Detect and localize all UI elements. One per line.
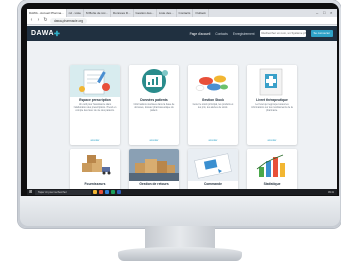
search-input[interactable]: Rechercher un nom, un Système pharmacien: [259, 30, 306, 37]
connect-button[interactable]: Se connecter: [310, 30, 333, 37]
app-header: DAWA ✚ Page d'accueil Contacts Enregistr…: [27, 26, 337, 41]
card-title: Données patients: [140, 98, 168, 102]
statistics-illustration: [247, 149, 297, 181]
app-logo[interactable]: DAWA: [31, 30, 54, 37]
nav-contacts[interactable]: Contacts: [215, 32, 228, 36]
card-link[interactable]: accéder: [247, 139, 297, 142]
main-nav: Page d'accueil Contacts Enregistrement R…: [190, 30, 333, 37]
card-title: Espace prescription: [79, 98, 111, 102]
card-description: Gérer le stock principal, les produits e…: [192, 103, 234, 109]
card-link[interactable]: accéder: [70, 139, 120, 142]
card-title: Commande: [204, 182, 222, 186]
screen: DAWA - Accueil Pharma... nd - Liste M Bo…: [27, 9, 337, 195]
browser-tab[interactable]: Liste des...: [157, 9, 177, 17]
nav-register[interactable]: Enregistrement: [233, 32, 255, 36]
patient-data-illustration: [129, 65, 179, 97]
card-title: Gestion Stock: [201, 98, 225, 102]
monitor-stand: [145, 226, 215, 248]
browser-tab[interactable]: Outlook: [193, 9, 209, 17]
card-livret-therapeutique[interactable]: Livret thérapeutique Le livret qui regro…: [247, 65, 297, 145]
system-clock[interactable]: 09:41: [328, 191, 337, 194]
card-commande[interactable]: Commande: [188, 149, 238, 191]
card-description: Le livret qui regroupe toutes les inform…: [251, 103, 293, 112]
excel-icon[interactable]: [111, 190, 115, 194]
reload-icon[interactable]: ↻: [43, 18, 48, 23]
maximize-icon[interactable]: □: [323, 11, 327, 15]
word-icon[interactable]: [117, 190, 121, 194]
address-bar: ‹ › ↻ dawa-pharmacie.org: [27, 17, 337, 25]
card-statistique[interactable]: Statistique: [247, 149, 297, 191]
browser-tab[interactable]: Contacts: [177, 9, 194, 17]
prescription-illustration: [70, 65, 120, 97]
minimize-icon[interactable]: –: [316, 11, 320, 15]
taskbar-search[interactable]: Taper ici pour rechercher: [35, 189, 91, 195]
mail-icon[interactable]: [105, 190, 109, 194]
forward-icon[interactable]: ›: [36, 18, 41, 23]
browser-tab[interactable]: nd - Liste: [67, 9, 84, 17]
card-gestion-retours[interactable]: Gestion de retours: [129, 149, 179, 191]
url-field[interactable]: dawa-pharmacie.org: [50, 17, 88, 24]
back-icon[interactable]: ‹: [29, 18, 34, 23]
monitor-chin: [20, 196, 340, 226]
nav-home[interactable]: Page d'accueil: [190, 32, 211, 36]
card-donnees-patients[interactable]: Données patients Informations stockées d…: [129, 65, 179, 145]
card-title: Gestion de retours: [139, 182, 169, 186]
card-link[interactable]: accéder: [188, 139, 238, 142]
browser-tab[interactable]: DAWA - Accueil Pharma...: [27, 9, 67, 17]
window-controls: – □ ×: [316, 9, 337, 17]
browser-tabbar: DAWA - Accueil Pharma... nd - Liste M Bo…: [27, 9, 337, 17]
suppliers-illustration: [70, 149, 120, 181]
card-description: Informations stockées dans la base de do…: [133, 103, 175, 112]
windows-start-icon[interactable]: ⊞: [29, 190, 33, 194]
close-icon[interactable]: ×: [330, 11, 334, 15]
stock-illustration: [188, 65, 238, 97]
card-espace-prescription[interactable]: Espace prescription Un outil pour l'assi…: [70, 65, 120, 145]
order-illustration: [188, 149, 238, 181]
browser-tab[interactable]: Données D...: [111, 9, 134, 17]
card-link[interactable]: accéder: [129, 139, 179, 142]
browser-tab[interactable]: Gestion des...: [134, 9, 158, 17]
logo-cross-icon: ✚: [54, 30, 60, 38]
card-description: Un outil pour l'assistance dans l'élabor…: [73, 103, 117, 112]
monitor-base: [118, 247, 242, 261]
card-title: Fournisseurs: [84, 182, 106, 186]
card-fournisseurs[interactable]: Fournisseurs: [70, 149, 120, 191]
card-gestion-stock[interactable]: Gestion Stock Gérer le stock principal, …: [188, 65, 238, 145]
card-title: Statistique: [263, 182, 281, 186]
chrome-icon[interactable]: [99, 190, 103, 194]
booklet-illustration: [247, 65, 297, 97]
card-title: Livret thérapeutique: [256, 98, 288, 102]
returns-illustration: [129, 149, 179, 181]
browser-tab[interactable]: M Boîte de réc...: [84, 9, 111, 17]
taskbar: ⊞ Taper ici pour rechercher 09:41: [27, 189, 337, 195]
dashboard: Espace prescription Un outil pour l'assi…: [27, 41, 337, 191]
folder-icon[interactable]: [93, 190, 97, 194]
